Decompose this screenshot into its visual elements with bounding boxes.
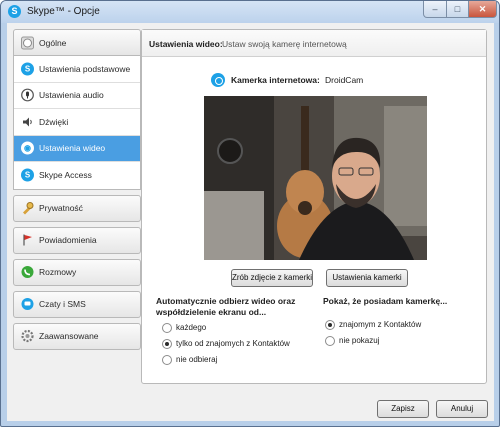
sidebar-group-calls[interactable]: Rozmowy	[13, 258, 141, 286]
sidebar-item-label: Ustawienia podstawowe	[39, 63, 131, 74]
maximize-button[interactable]: □	[447, 1, 469, 18]
save-button[interactable]: Zapisz	[377, 400, 429, 418]
sidebar-group-privacy[interactable]: Prywatność	[13, 194, 141, 222]
sidebar-item-label: Dźwięki	[39, 116, 69, 127]
skype-logo-icon	[21, 36, 34, 49]
radio-button[interactable]	[162, 339, 172, 349]
lock-icon	[23, 202, 34, 215]
show-camera-heading: Pokaż, że posiadam kamerkę...	[323, 296, 448, 306]
client-area: Ogólne S Ustawienia podstawowe Ustawieni…	[7, 23, 494, 421]
sidebar-group-label: Ogólne	[39, 37, 67, 48]
flag-icon	[23, 234, 32, 246]
general-sub-list: S Ustawienia podstawowe Ustawienia audio	[13, 56, 141, 190]
skype-logo-icon: S	[21, 168, 34, 182]
video-settings-panel: Ustawienia wideo: Ustaw swoją kamerę int…	[141, 29, 487, 384]
cancel-button[interactable]: Anuluj	[436, 400, 488, 418]
panel-header: Ustawienia wideo: Ustaw swoją kamerę int…	[142, 30, 486, 57]
panel-title: Ustawienia wideo:	[149, 39, 223, 49]
title-bar[interactable]: S Skype™ - Opcje – □ ✕	[1, 1, 499, 23]
panel-subtitle: Ustaw swoją kamerę internetową	[222, 39, 347, 49]
radio-button[interactable]	[162, 355, 172, 365]
skype-logo-icon: S	[21, 62, 34, 76]
minimize-button[interactable]: –	[423, 1, 447, 18]
radio-button[interactable]	[325, 336, 335, 346]
sidebar-group-label: Prywatność	[39, 203, 83, 213]
camera-settings-button[interactable]: Ustawienia kamerki	[326, 269, 408, 287]
speaker-icon	[23, 117, 32, 127]
video-preview-image	[204, 96, 427, 260]
radio-label: nie pokazuj	[339, 336, 380, 345]
sidebar-group-chats-sms[interactable]: Czaty i SMS	[13, 290, 141, 318]
microphone-icon	[21, 88, 34, 102]
radio-label: znajomym z Kontaktów	[339, 320, 422, 329]
sidebar-group-label: Powiadomienia	[39, 235, 97, 245]
chat-icon	[21, 298, 34, 310]
radio-button[interactable]	[162, 323, 172, 333]
close-button[interactable]: ✕	[469, 1, 497, 18]
camera-label: Kamerka internetowa:	[231, 75, 320, 85]
sidebar-group-label: Zaawansowane	[39, 331, 99, 341]
radio-label: nie odbieraj	[176, 355, 218, 364]
sidebar-group-advanced[interactable]: Zaawansowane	[13, 322, 141, 350]
webcam-icon: ◉	[21, 141, 34, 155]
sidebar-item-skype-access[interactable]: S Skype Access	[14, 162, 140, 189]
options-window: S Skype™ - Opcje – □ ✕ Ogólne S Ustawien…	[0, 0, 500, 427]
sidebar-item-label: Ustawienia wideo	[39, 143, 106, 154]
window-title: Skype™ - Opcje	[27, 6, 100, 17]
phone-icon	[21, 266, 34, 278]
gear-icon	[21, 329, 34, 343]
sidebar-group-label: Rozmowy	[39, 267, 77, 277]
radio-button[interactable]	[325, 320, 335, 330]
sidebar-item-label: Skype Access	[39, 170, 92, 181]
webcam-icon	[211, 73, 225, 87]
sidebar-item-basic-settings[interactable]: S Ustawienia podstawowe	[14, 56, 140, 83]
radio-label: każdego	[176, 323, 207, 332]
sidebar-item-sounds[interactable]: Dźwięki	[14, 109, 140, 136]
radio-label: tylko od znajomych z Kontaktów	[176, 339, 290, 348]
take-snapshot-button[interactable]: Zrób zdjęcie z kamerki	[231, 269, 313, 287]
camera-selector[interactable]: DroidCam	[325, 75, 363, 85]
sidebar-group-label: Czaty i SMS	[39, 299, 86, 309]
video-preview	[204, 96, 427, 260]
sidebar-group-notifications[interactable]: Powiadomienia	[13, 226, 141, 254]
sidebar-item-label: Ustawienia audio	[39, 90, 104, 101]
auto-receive-heading: Automatycznie odbierz wideo oraz współdz…	[156, 296, 296, 317]
sidebar-item-video-settings[interactable]: ◉ Ustawienia wideo	[14, 135, 140, 162]
sidebar-group-general[interactable]: Ogólne	[13, 29, 141, 56]
sidebar-item-audio-settings[interactable]: Ustawienia audio	[14, 83, 140, 109]
skype-logo-icon: S	[8, 5, 21, 18]
options-sidebar: Ogólne S Ustawienia podstawowe Ustawieni…	[13, 29, 141, 350]
